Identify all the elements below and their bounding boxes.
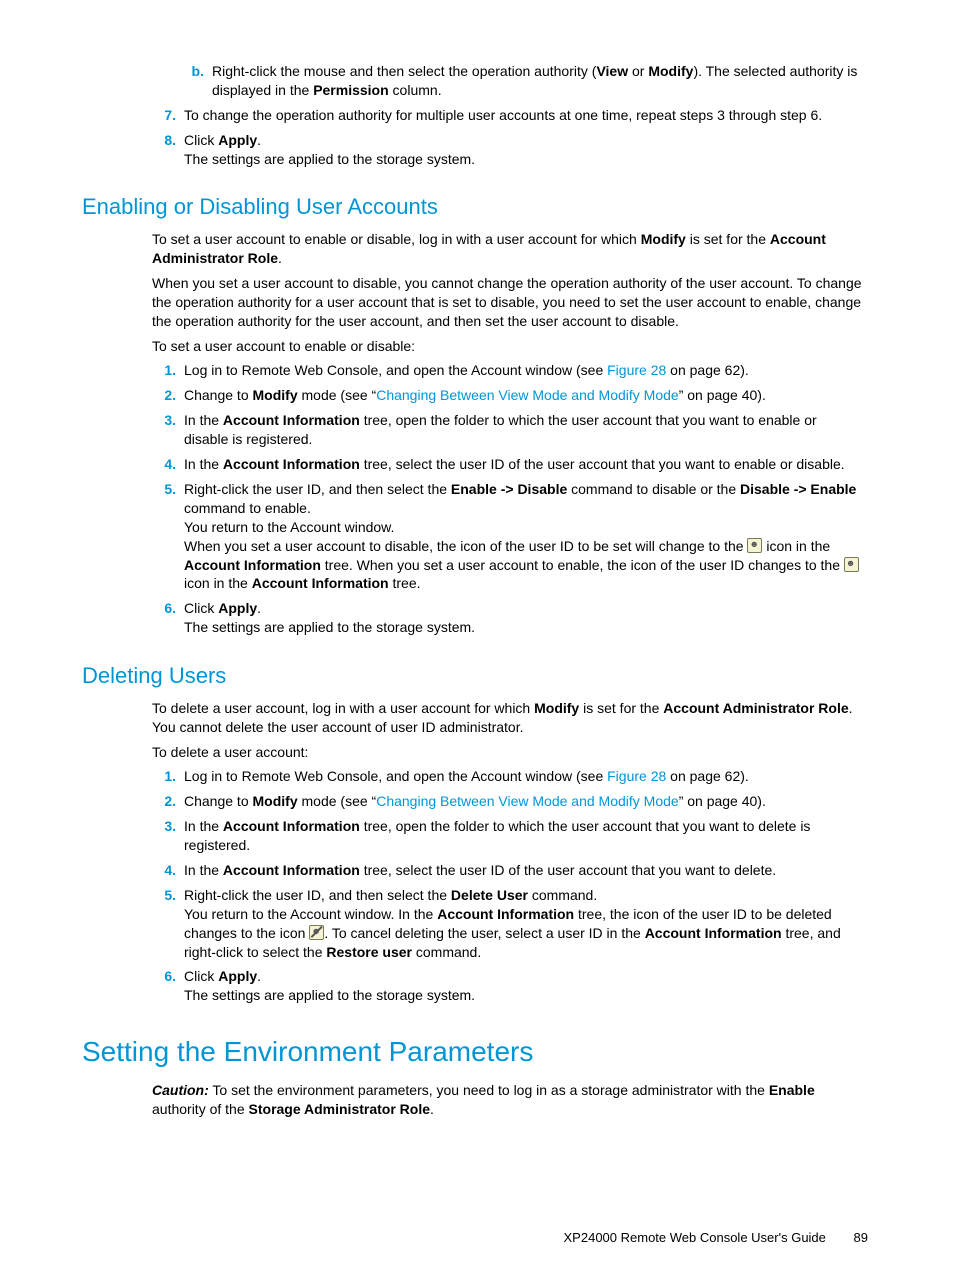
- link-changing-mode[interactable]: Changing Between View Mode and Modify Mo…: [376, 793, 678, 809]
- text: Change to Modify mode (see “Changing Bet…: [184, 387, 766, 403]
- para: To delete a user account, log in with a …: [152, 699, 862, 737]
- user-enabled-icon: [844, 557, 859, 572]
- list-item: 3. In the Account Information tree, open…: [152, 817, 862, 855]
- para: To set a user account to enable or disab…: [152, 337, 862, 356]
- footer-guide: XP24000 Remote Web Console User's Guide: [564, 1230, 826, 1245]
- para-caution: Caution: To set the environment paramete…: [152, 1081, 862, 1119]
- list-item: 1. Log in to Remote Web Console, and ope…: [152, 361, 862, 380]
- list-item-7: 7. To change the operation authority for…: [152, 106, 862, 125]
- list-item: 2. Change to Modify mode (see “Changing …: [152, 386, 862, 405]
- link-figure-28[interactable]: Figure 28: [607, 768, 666, 784]
- link-changing-mode[interactable]: Changing Between View Mode and Modify Mo…: [376, 387, 678, 403]
- marker-7: 7.: [152, 106, 176, 125]
- text: Click Apply. The settings are applied to…: [184, 600, 475, 635]
- marker-b: b.: [180, 62, 204, 81]
- text: Right-click the mouse and then select th…: [212, 63, 857, 98]
- page-footer: XP24000 Remote Web Console User's Guide …: [82, 1229, 872, 1247]
- list-item: 5. Right-click the user ID, and then sel…: [152, 886, 862, 962]
- list-item: 6. Click Apply. The settings are applied…: [152, 967, 862, 1005]
- para: To set a user account to enable or disab…: [152, 230, 862, 268]
- list-item: 2. Change to Modify mode (see “Changing …: [152, 792, 862, 811]
- user-deleted-icon: [309, 925, 324, 940]
- section-deleting-users-body: To delete a user account, log in with a …: [152, 699, 862, 1005]
- list-item: 1. Log in to Remote Web Console, and ope…: [152, 767, 862, 786]
- text: To change the operation authority for mu…: [184, 107, 822, 123]
- list-item-8: 8. Click Apply. The settings are applied…: [152, 131, 862, 169]
- page-number: 89: [854, 1229, 868, 1247]
- user-disabled-icon: [747, 538, 762, 553]
- list-item: 3. In the Account Information tree, open…: [152, 411, 862, 449]
- text: Right-click the user ID, and then select…: [184, 887, 841, 960]
- text: Log in to Remote Web Console, and open t…: [184, 768, 749, 784]
- heading-enable-disable: Enabling or Disabling User Accounts: [82, 192, 872, 222]
- marker-8: 8.: [152, 131, 176, 150]
- section-enable-disable-body: To set a user account to enable or disab…: [152, 230, 862, 637]
- heading-env-params: Setting the Environment Parameters: [82, 1033, 872, 1071]
- list-item: 6. Click Apply. The settings are applied…: [152, 599, 862, 637]
- top-continuation: b. Right-click the mouse and then select…: [152, 62, 862, 168]
- list-item-b: b. Right-click the mouse and then select…: [180, 62, 862, 100]
- list-item: 4. In the Account Information tree, sele…: [152, 455, 862, 474]
- text: In the Account Information tree, open th…: [184, 412, 817, 447]
- text: Right-click the user ID, and then select…: [184, 481, 859, 591]
- heading-deleting-users: Deleting Users: [82, 661, 872, 691]
- text: In the Account Information tree, select …: [184, 456, 845, 472]
- list-item: 4. In the Account Information tree, sele…: [152, 861, 862, 880]
- para: To delete a user account:: [152, 743, 862, 762]
- text: Log in to Remote Web Console, and open t…: [184, 362, 749, 378]
- text: Click Apply. The settings are applied to…: [184, 968, 475, 1003]
- list-item: 5. Right-click the user ID, and then sel…: [152, 480, 862, 593]
- text: Click Apply. The settings are applied to…: [184, 132, 475, 167]
- text: In the Account Information tree, select …: [184, 862, 776, 878]
- text: Change to Modify mode (see “Changing Bet…: [184, 793, 766, 809]
- link-figure-28[interactable]: Figure 28: [607, 362, 666, 378]
- caution-label: Caution:: [152, 1082, 209, 1098]
- chapter-env-body: Caution: To set the environment paramete…: [152, 1081, 862, 1119]
- para: When you set a user account to disable, …: [152, 274, 862, 331]
- text: In the Account Information tree, open th…: [184, 818, 810, 853]
